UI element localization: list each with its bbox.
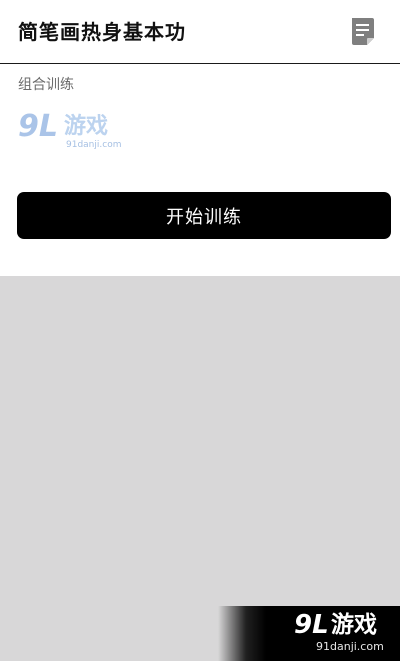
logo-name: 游戏: [64, 114, 109, 139]
document-icon[interactable]: [350, 17, 376, 47]
section-label: 组合训练: [18, 77, 74, 93]
logo-domain: 91danji.com: [66, 140, 122, 150]
watermark-number: 9L: [294, 610, 329, 640]
watermark-logo: 9L 游戏 91danji.com: [218, 606, 400, 661]
site-logo: 9L 游戏 91danji.com: [18, 109, 122, 156]
logo-number: 9L: [18, 109, 58, 144]
page-title: 简笔画热身基本功: [18, 20, 186, 44]
watermark-name: 游戏: [331, 612, 377, 638]
watermark-domain: 91danji.com: [316, 640, 384, 653]
app-header: 简笔画热身基本功: [0, 0, 400, 64]
start-training-button[interactable]: 开始训练: [17, 192, 391, 239]
training-panel: 组合训练 9L 游戏 91danji.com 开始训练: [0, 64, 400, 276]
